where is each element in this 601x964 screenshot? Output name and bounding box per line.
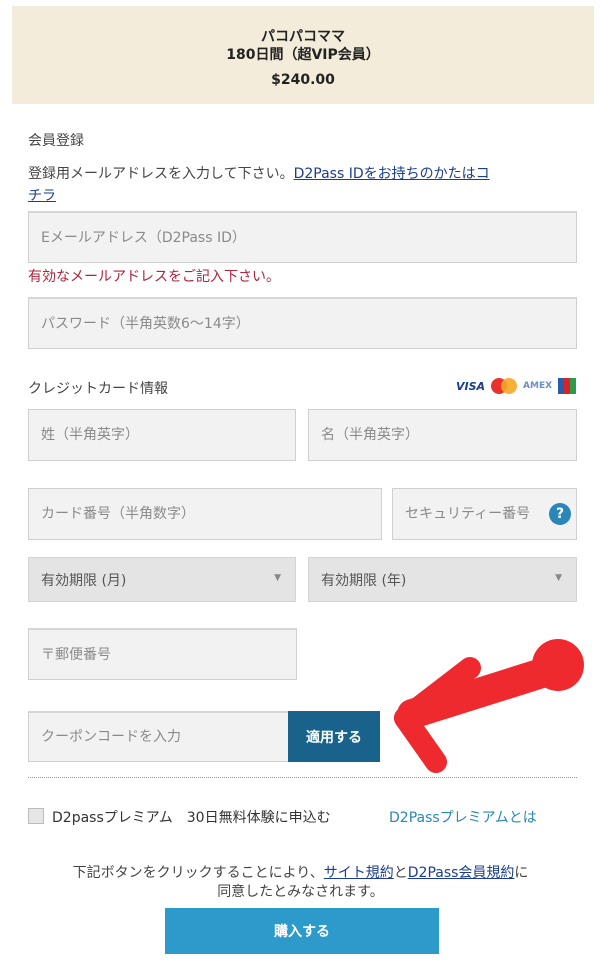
- apply-coupon-button[interactable]: 適用する: [288, 711, 380, 762]
- postal-code-input[interactable]: [29, 630, 296, 679]
- amex-icon: AMEX: [523, 381, 553, 391]
- visa-icon: VISA: [456, 379, 486, 393]
- email-error: 有効なメールアドレスをご記入下さい。: [28, 269, 280, 285]
- chevron-down-icon: ▼: [274, 573, 281, 583]
- instruction-text: 登録用メールアドレスを入力して下さい。: [28, 166, 294, 182]
- member-terms-link[interactable]: D2Pass会員規約: [408, 865, 515, 881]
- product-name: パコパコママ: [261, 29, 345, 45]
- d2pass-id-link-continued[interactable]: チラ: [28, 188, 56, 204]
- site-terms-link[interactable]: サイト規約: [324, 865, 394, 881]
- expiry-month-select[interactable]: 有効期限 (月) ▼: [28, 557, 296, 602]
- card-number-input[interactable]: [29, 489, 381, 539]
- password-field[interactable]: [28, 297, 577, 349]
- postal-code-field[interactable]: [28, 628, 297, 680]
- purchase-button[interactable]: 購入する: [165, 908, 439, 954]
- coupon-field[interactable]: [28, 711, 289, 762]
- email-field[interactable]: [28, 211, 577, 263]
- agreement-and: と: [393, 865, 408, 881]
- divider: [28, 777, 577, 778]
- password-input[interactable]: [29, 299, 576, 348]
- order-summary-header: パコパコママ 180日間（超VIP会員） $240.00: [12, 6, 594, 104]
- last-name-field[interactable]: [28, 409, 296, 461]
- mastercard-icon: [491, 378, 518, 394]
- expiry-month-value: 有効期限 (月): [41, 573, 127, 589]
- registration-title: 会員登録: [28, 133, 84, 149]
- premium-info-link[interactable]: D2Passプレミアムとは: [389, 807, 537, 827]
- question-circle-icon[interactable]: ?: [549, 503, 571, 525]
- last-name-input[interactable]: [29, 410, 295, 460]
- email-input[interactable]: [29, 213, 576, 262]
- plan-price: $240.00: [271, 72, 335, 88]
- security-code-field[interactable]: ?: [392, 488, 577, 540]
- expiry-year-value: 有効期限 (年): [321, 573, 407, 589]
- d2pass-id-link[interactable]: D2Pass IDをお持ちのかたはコ: [294, 166, 490, 182]
- first-name-field[interactable]: [308, 409, 577, 461]
- premium-label: D2passプレミアム 30日無料体験に申込む: [52, 810, 331, 826]
- card-brand-logos: VISA AMEX: [456, 375, 577, 397]
- agreement-line2: 同意したとみなされます。: [217, 884, 384, 900]
- registration-instruction: 登録用メールアドレスを入力して下さい。D2Pass IDをお持ちのかたはコ: [28, 163, 490, 183]
- agreement-line1: 下記ボタンをクリックすることにより、サイト規約とD2Pass会員規約に: [0, 862, 601, 882]
- premium-checkbox[interactable]: [28, 808, 44, 824]
- credit-card-title: クレジットカード情報: [28, 381, 168, 397]
- coupon-input[interactable]: [29, 713, 288, 761]
- first-name-input[interactable]: [309, 410, 576, 460]
- jcb-icon: [558, 378, 577, 394]
- agreement-prefix: 下記ボタンをクリックすることにより、: [72, 865, 324, 881]
- card-number-field[interactable]: [28, 488, 382, 540]
- agreement-suffix: に: [514, 865, 529, 881]
- registration-link-line2: チラ: [28, 185, 56, 205]
- plan-name: 180日間（超VIP会員）: [226, 47, 380, 63]
- chevron-down-icon: ▼: [555, 573, 562, 583]
- expiry-year-select[interactable]: 有効期限 (年) ▼: [308, 557, 577, 602]
